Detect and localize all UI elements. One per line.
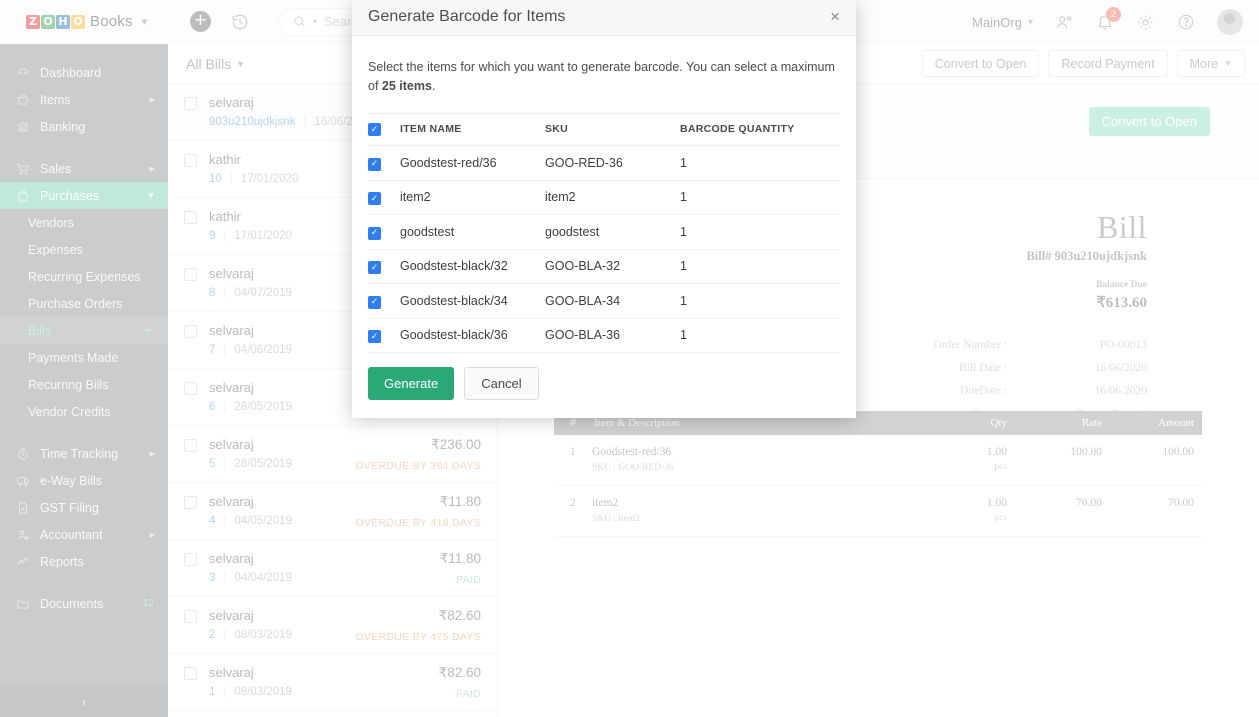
row-checkbox[interactable]: ✓ [368, 226, 381, 240]
item-name: goodstest [400, 214, 545, 250]
modal-footer: Generate Cancel [352, 353, 856, 418]
table-row[interactable]: ✓ Goodstest-black/32 GOO-BLA-32 1 [368, 249, 840, 284]
item-name: item2 [400, 180, 545, 215]
description-max-items: 25 items [381, 79, 432, 94]
table-row[interactable]: ✓ item2 item2 1 [368, 180, 840, 215]
generate-barcode-modal: Generate Barcode for Items × Select the … [352, 0, 856, 418]
table-row[interactable]: ✓ Goodstest-black/36 GOO-BLA-36 1 [368, 318, 840, 353]
table-header-row: ✓ ITEM NAME SKU BARCODE QUANTITY [368, 112, 840, 146]
row-checkbox[interactable]: ✓ [368, 157, 381, 171]
item-sku: goodstest [545, 214, 680, 250]
table-row[interactable]: ✓ goodstest goodstest 1 [368, 214, 840, 250]
select-all-cell: ✓ [368, 112, 400, 146]
item-name: Goodstest-black/32 [400, 249, 545, 284]
description-part1: Select the items for which you want to g… [368, 59, 835, 94]
row-checkbox[interactable]: ✓ [368, 330, 381, 343]
row-checkbox-cell: ✓ [368, 318, 400, 353]
modal-body: Select the items for which you want to g… [352, 36, 856, 353]
modal-title: Generate Barcode for Items [368, 8, 566, 26]
col-sku: SKU [545, 112, 680, 146]
item-name: Goodstest-black/36 [400, 318, 545, 353]
barcode-quantity[interactable]: 1 [680, 145, 840, 181]
barcode-quantity[interactable]: 1 [680, 214, 840, 250]
select-all-checkbox[interactable]: ✓ [368, 123, 381, 136]
row-checkbox-cell: ✓ [368, 180, 400, 215]
description-end: . [431, 79, 436, 94]
item-sku: item2 [545, 180, 680, 215]
row-checkbox[interactable]: ✓ [368, 295, 381, 309]
barcode-items-table: ✓ ITEM NAME SKU BARCODE QUANTITY ✓ Goods… [368, 112, 840, 354]
table-row[interactable]: ✓ Goodstest-red/36 GOO-RED-36 1 [368, 145, 840, 181]
table-body: ✓ Goodstest-red/36 GOO-RED-36 1 ✓ item2 … [368, 145, 840, 353]
col-item-name: ITEM NAME [400, 112, 545, 146]
row-checkbox-cell: ✓ [368, 214, 400, 250]
row-checkbox[interactable]: ✓ [368, 192, 381, 205]
row-checkbox[interactable]: ✓ [368, 261, 381, 274]
barcode-quantity[interactable]: 1 [680, 180, 840, 215]
row-checkbox-cell: ✓ [368, 249, 400, 284]
item-sku: GOO-BLA-36 [545, 318, 680, 353]
item-sku: GOO-RED-36 [545, 145, 680, 181]
row-checkbox-cell: ✓ [368, 145, 400, 181]
app-root: Z O H O Books ▾ + ▾ Search [0, 0, 1259, 717]
item-sku: GOO-BLA-32 [545, 249, 680, 284]
barcode-quantity[interactable]: 1 [680, 249, 840, 284]
generate-button[interactable]: Generate [368, 367, 455, 400]
table-row[interactable]: ✓ Goodstest-black/34 GOO-BLA-34 1 [368, 283, 840, 319]
item-sku: GOO-BLA-34 [545, 283, 680, 319]
table-head: ✓ ITEM NAME SKU BARCODE QUANTITY [368, 112, 840, 146]
item-name: Goodstest-red/36 [400, 145, 545, 181]
modal-header: Generate Barcode for Items × [352, 0, 856, 36]
col-barcode-quantity: BARCODE QUANTITY [680, 112, 840, 146]
modal-description: Select the items for which you want to g… [368, 58, 840, 97]
barcode-quantity[interactable]: 1 [680, 318, 840, 353]
cancel-button[interactable]: Cancel [464, 367, 539, 400]
row-checkbox-cell: ✓ [368, 283, 400, 319]
barcode-quantity[interactable]: 1 [680, 283, 840, 319]
item-name: Goodstest-black/34 [400, 283, 545, 319]
close-icon[interactable]: × [830, 7, 840, 27]
